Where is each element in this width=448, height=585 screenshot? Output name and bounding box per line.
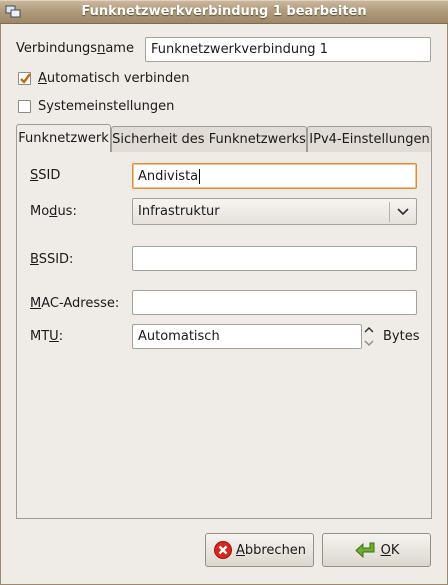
mode-label: Modus:	[30, 204, 77, 219]
spin-up-icon	[364, 327, 374, 333]
auto-connect-label[interactable]: Automatisch verbinden	[38, 71, 189, 86]
title-bar[interactable]: Funknetzwerkverbindung 1 bearbeiten	[0, 0, 448, 24]
ssid-value: Andivista	[138, 168, 199, 184]
auto-connect-checkbox[interactable]	[18, 72, 31, 85]
bssid-input[interactable]	[132, 246, 417, 271]
mode-select[interactable]: Infrastruktur	[132, 198, 417, 225]
chevron-down-icon[interactable]	[396, 206, 410, 222]
window-title: Funknetzwerkverbindung 1 bearbeiten	[81, 4, 367, 19]
connection-name-value: Funknetzwerkverbindung 1	[151, 42, 328, 57]
cancel-button[interactable]: Abbrechen	[205, 533, 314, 567]
combo-separator	[389, 202, 390, 222]
mode-value: Infrastruktur	[138, 204, 220, 219]
system-settings-label[interactable]: Systemeinstellungen	[38, 99, 174, 114]
mtu-unit-label: Bytes	[383, 329, 420, 344]
connection-name-label: Verbindungsname	[16, 41, 134, 56]
cancel-button-label: Abbrechen	[235, 542, 307, 558]
check-mark-icon	[20, 73, 31, 84]
tab-sicherheit[interactable]: Sicherheit des Funknetzwerks	[111, 126, 307, 152]
text-cursor	[199, 168, 201, 184]
mtu-label: MTU:	[30, 329, 64, 344]
connection-name-input[interactable]: Funknetzwerkverbindung 1	[145, 37, 431, 62]
mac-address-label: MAC-Adresse:	[30, 296, 120, 311]
cancel-icon	[213, 540, 233, 560]
spin-down-icon	[364, 340, 374, 346]
bssid-label: BSSID:	[30, 252, 74, 267]
ok-arrow-icon	[354, 540, 378, 560]
ok-button[interactable]: OK	[322, 533, 431, 567]
ssid-input[interactable]: Andivista	[132, 163, 417, 189]
ok-button-label: OK	[380, 542, 400, 558]
mtu-spinner[interactable]	[361, 324, 377, 348]
tab-ipv4[interactable]: IPv4-Einstellungen	[307, 126, 432, 152]
ssid-label: SSID	[30, 168, 61, 183]
mtu-input[interactable]: Automatisch	[132, 324, 362, 349]
mtu-value: Automatisch	[138, 329, 220, 344]
system-settings-checkbox[interactable]	[18, 100, 31, 113]
mac-address-input[interactable]	[132, 290, 417, 315]
tab-funknetzwerk[interactable]: Funknetzwerk	[16, 124, 111, 152]
